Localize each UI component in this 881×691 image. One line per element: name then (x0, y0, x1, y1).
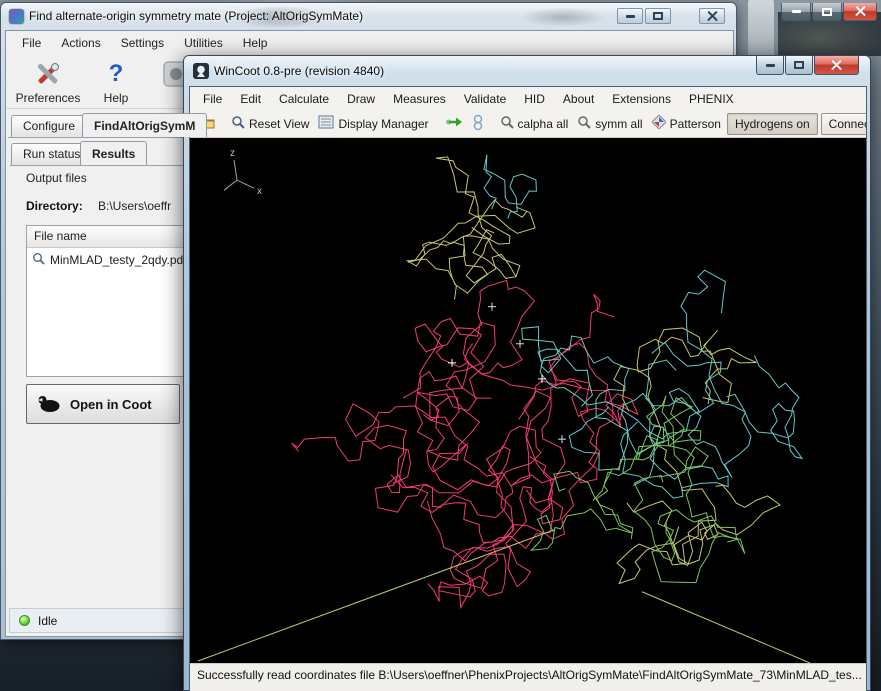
patterson-label: Patterson (670, 117, 721, 131)
close-button[interactable] (843, 3, 877, 21)
tab-results[interactable]: Results (80, 141, 147, 165)
display-manager-icon (318, 115, 334, 132)
maximize-button[interactable] (785, 56, 813, 75)
patterson-button[interactable]: Patterson (649, 113, 724, 134)
recentre-button[interactable] (442, 114, 466, 133)
close-icon (831, 60, 842, 71)
molecule-wireframe (198, 155, 810, 663)
close-icon (855, 6, 866, 17)
tools-icon (8, 58, 88, 90)
maximize-icon (822, 8, 832, 16)
output-files-label: Output files (26, 171, 87, 185)
help-button[interactable]: ? Help (90, 58, 142, 105)
symm-all-label: symm all (595, 117, 642, 131)
menu-file[interactable]: File (195, 89, 230, 109)
calpha-all-label: calpha all (518, 117, 569, 131)
atom-picker-button[interactable] (469, 112, 487, 136)
minimize-button[interactable] (756, 56, 784, 75)
open-in-coot-label: Open in Coot (70, 397, 152, 412)
wincoot-statusbar: Successfully read coordinates file B:\Us… (190, 663, 866, 686)
tab-findaltorigsymmate[interactable]: FindAltOrigSymM (82, 113, 207, 137)
minimize-icon (626, 15, 635, 18)
maximize-icon (653, 12, 663, 20)
status-text: Idle (38, 614, 57, 628)
close-icon (707, 11, 718, 22)
axes-gizmo: z x (224, 148, 262, 197)
wincoot-client-area: File Edit Calculate Draw Measures Valida… (189, 86, 867, 691)
menu-phenix[interactable]: PHENIX (681, 89, 742, 109)
background-window-controls (781, 3, 877, 21)
maximize-button[interactable] (645, 8, 671, 24)
hydrogens-toggle-button[interactable]: Hydrogens on (727, 113, 818, 135)
maximize-button[interactable] (812, 3, 842, 21)
menu-edit[interactable]: Edit (232, 89, 269, 109)
menu-settings[interactable]: Settings (113, 33, 172, 53)
axis-x-label: x (257, 186, 262, 197)
phenix-menubar: File Actions Settings Utilities Help (6, 31, 733, 55)
minimize-button[interactable] (617, 8, 643, 24)
tab-configure[interactable]: Configure (11, 115, 87, 137)
window-bottom-frame (190, 686, 866, 691)
status-idle-icon (19, 615, 30, 626)
preferences-button[interactable]: Preferences (8, 58, 88, 105)
magnifier-icon (231, 115, 245, 132)
statusbar-text: Successfully read coordinates file B:\Us… (197, 668, 862, 682)
menu-help[interactable]: Help (235, 33, 276, 53)
phenix-window-title: Find alternate-origin symmetry mate (Pro… (29, 9, 363, 23)
help-label: Help (90, 91, 142, 105)
phenix-titlebar[interactable]: Find alternate-origin symmetry mate (Pro… (1, 3, 736, 30)
minimize-icon (792, 10, 801, 13)
magnifier-icon (577, 115, 591, 132)
wincoot-window-controls (756, 56, 859, 75)
open-in-coot-button[interactable]: Open in Coot (26, 384, 180, 424)
wincoot-app-icon (193, 63, 209, 82)
maximize-icon (794, 61, 804, 69)
preferences-label: Preferences (8, 91, 88, 105)
reset-view-button[interactable]: Reset View (228, 113, 312, 134)
connected-to-phenix-button[interactable]: Connected to PHENIX (821, 113, 867, 135)
directory-label: Directory: (26, 199, 83, 213)
wincoot-window: WinCoot 0.8-pre (revision 4840) File Edi… (183, 55, 871, 691)
phenix-app-icon (9, 9, 24, 24)
display-manager-button[interactable]: Display Manager (315, 113, 431, 134)
menu-file[interactable]: File (14, 33, 49, 53)
menu-about[interactable]: About (555, 89, 602, 109)
menu-validate[interactable]: Validate (456, 89, 514, 109)
close-button[interactable] (814, 56, 859, 75)
help-icon: ? (109, 59, 124, 89)
axis-z-label: z (230, 148, 235, 159)
desktop: Find alternate-origin symmetry mate (Pro… (0, 0, 881, 691)
patterson-icon (652, 115, 666, 132)
wincoot-titlebar[interactable]: WinCoot 0.8-pre (revision 4840) (184, 56, 870, 86)
magnifier-icon (500, 115, 514, 132)
wincoot-toolbar: Reset View Display Manager (190, 110, 866, 138)
atoms-icon (472, 114, 484, 134)
wincoot-menubar: File Edit Calculate Draw Measures Valida… (190, 87, 866, 110)
molecule-canvas[interactable]: z x (190, 138, 866, 663)
calpha-all-button[interactable]: calpha all (497, 113, 572, 134)
menu-utilities[interactable]: Utilities (176, 33, 231, 53)
symm-all-button[interactable]: symm all (574, 113, 645, 134)
menu-actions[interactable]: Actions (53, 33, 108, 53)
magnifier-icon (32, 252, 45, 268)
directory-value: B:\Users\oeffr (98, 199, 171, 213)
menu-measures[interactable]: Measures (385, 89, 454, 109)
menu-hid[interactable]: HID (516, 89, 553, 109)
display-manager-label: Display Manager (338, 117, 428, 131)
minimize-button[interactable] (781, 3, 811, 21)
wallpaper-tower (748, 0, 774, 55)
wincoot-window-title: WinCoot 0.8-pre (revision 4840) (214, 64, 384, 78)
menu-draw[interactable]: Draw (339, 89, 383, 109)
close-button[interactable] (699, 8, 725, 24)
green-arrow-icon (445, 116, 463, 131)
menu-extensions[interactable]: Extensions (604, 89, 679, 109)
molecule-viewport[interactable]: z x (190, 138, 866, 663)
menu-calculate[interactable]: Calculate (271, 89, 337, 109)
coot-duck-icon (36, 393, 62, 416)
file-name: MinMLAD_testy_2qdy.pd (50, 253, 183, 267)
minimize-icon (766, 64, 775, 67)
reset-view-label: Reset View (249, 117, 309, 131)
